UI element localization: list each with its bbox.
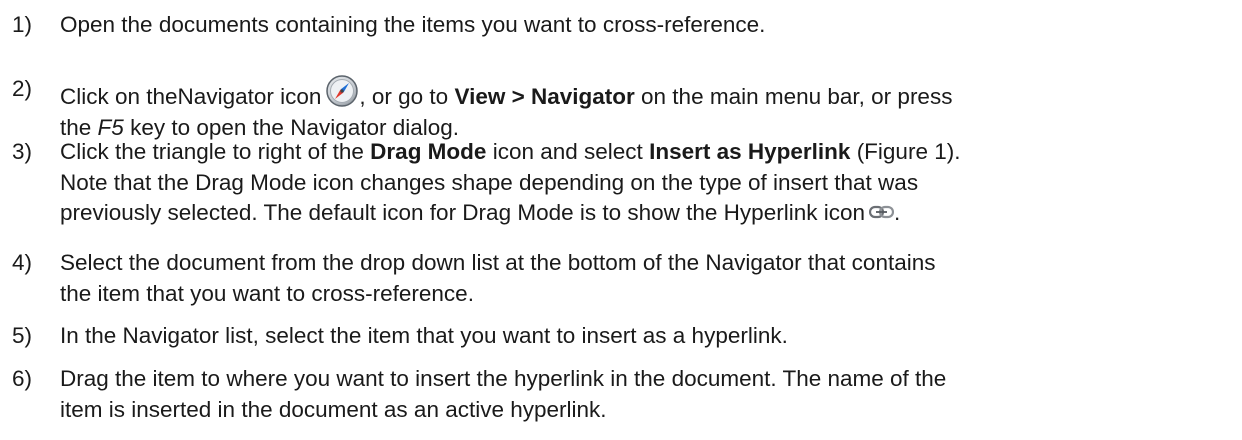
step-text: Open the documents containing the items … [60, 10, 1238, 41]
step-text-run: key to open the Navigator dialog. [130, 114, 460, 140]
step-text-run: . [894, 200, 901, 225]
step-number: 1) [12, 12, 33, 37]
menu-path: View > Navigator [454, 84, 635, 109]
step-line: Drag the item to where you want to inser… [60, 366, 947, 391]
step-text-run: icon and select [492, 139, 643, 164]
navigator-compass-icon [325, 74, 359, 108]
step-text: Drag the item to where you want to inser… [60, 364, 1238, 425]
step-number: 2) [12, 76, 33, 101]
step-line: Select the document from the drop down l… [60, 250, 936, 275]
step-text-run: (Figure 1). [856, 139, 961, 164]
hyperlink-chain-icon [868, 198, 895, 219]
document-page: 1) Open the documents containing the ite… [0, 0, 1242, 440]
step-line: Click on theNavigator icon , or go to Vi… [60, 74, 1238, 113]
step-text: In the Navigator list, select the item t… [60, 321, 1238, 352]
step-line: In the Navigator list, select the item t… [60, 323, 788, 348]
step-number: 4) [12, 250, 33, 275]
step-line: previously selected. The default icon fo… [60, 198, 1238, 229]
step-line: Click the triangle to right of the Drag … [60, 137, 1238, 168]
step-text: Click on theNavigator icon , or go to Vi… [60, 74, 1238, 143]
step-line: the item that you want to cross-referenc… [60, 280, 474, 306]
step-line: Open the documents containing the items … [60, 12, 766, 37]
ui-term: Drag Mode [370, 139, 487, 164]
step-line: item is inserted in the document as an a… [60, 396, 607, 422]
step-text-run: Click the triangle to right of the [60, 139, 364, 164]
step-number: 6) [12, 366, 33, 391]
step-text-run: previously selected. The default icon fo… [60, 200, 865, 225]
step-text: Select the document from the drop down l… [60, 248, 1238, 309]
step-text-run: Click on theNavigator icon [60, 84, 322, 109]
step-text-run: on the main menu bar, or press [641, 84, 953, 109]
step-number: 5) [12, 323, 33, 348]
step-text: Click the triangle to right of the Drag … [60, 137, 1238, 229]
step-text-run: the [60, 114, 92, 140]
step-line: Note that the Drag Mode icon changes sha… [60, 169, 919, 195]
step-number: 3) [12, 139, 33, 164]
step-text-run: , or go to [359, 84, 449, 109]
key-name: F5 [97, 114, 124, 140]
ui-term: Insert as Hyperlink [649, 139, 851, 164]
